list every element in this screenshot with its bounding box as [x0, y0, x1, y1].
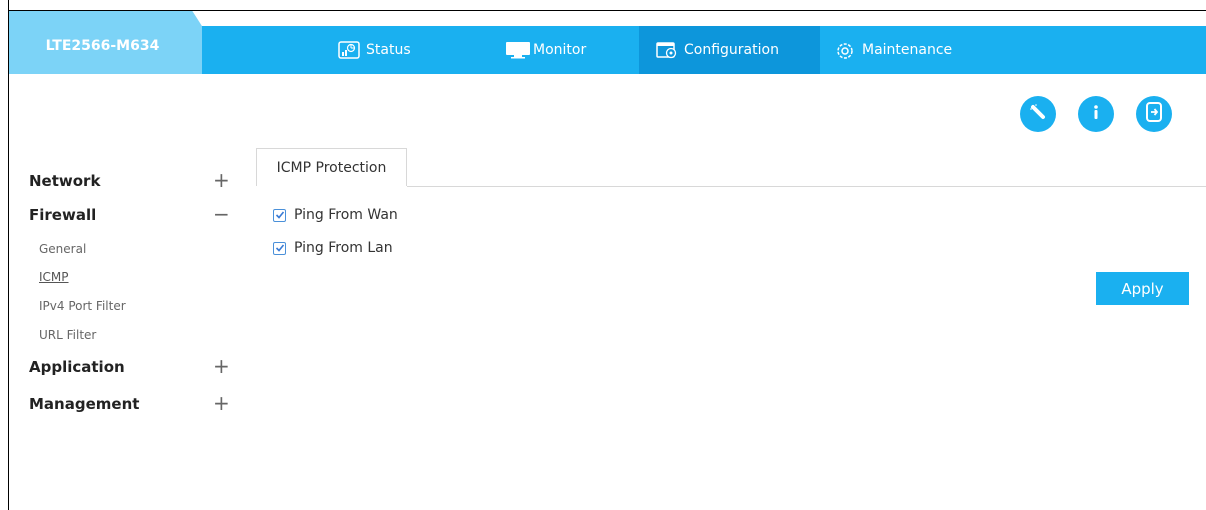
sidebar-subitem-general[interactable]: General [39, 242, 86, 256]
frame-top-border [8, 10, 1206, 11]
sidebar-item-firewall[interactable]: Firewall [29, 206, 96, 224]
nav-maintenance-label: Maintenance [862, 42, 953, 58]
ping-from-lan-label: Ping From Lan [294, 240, 393, 256]
apply-button[interactable]: Apply [1096, 272, 1189, 305]
tab-divider [407, 186, 1206, 187]
ping-from-wan-option: Ping From Wan [273, 207, 398, 223]
logout-button[interactable] [1136, 96, 1172, 132]
model-name: LTE2566-M634 [45, 38, 160, 54]
application-expand-icon[interactable]: + [213, 356, 230, 376]
nav-monitor-label: Monitor [533, 42, 587, 58]
sidebar-subitem-ipv4-port-filter[interactable]: IPv4 Port Filter [39, 299, 126, 313]
ping-from-lan-checkbox[interactable] [273, 241, 286, 255]
sidebar-item-application[interactable]: Application [29, 358, 125, 376]
logout-icon [1144, 101, 1164, 127]
sidebar-item-management[interactable]: Management [29, 395, 139, 413]
ping-from-wan-label: Ping From Wan [294, 207, 398, 223]
monitor-icon [505, 41, 530, 59]
tab-icmp-protection[interactable]: ICMP Protection [256, 148, 407, 186]
nav-status-label: Status [366, 42, 411, 58]
maintenance-icon [834, 41, 856, 59]
nav-monitor[interactable]: Monitor [505, 26, 586, 74]
status-icon [338, 41, 360, 59]
info-icon [1086, 102, 1106, 126]
management-expand-icon[interactable]: + [213, 393, 230, 413]
nav-configuration-label: Configuration [684, 42, 779, 58]
nav-status[interactable]: Status [338, 26, 411, 74]
info-button[interactable] [1078, 96, 1114, 132]
sidebar-item-network[interactable]: Network [29, 172, 100, 190]
nav-maintenance[interactable]: Maintenance [834, 26, 952, 74]
configuration-icon [656, 41, 678, 59]
sidebar-subitem-icmp[interactable]: ICMP [39, 270, 69, 284]
ping-from-lan-option: Ping From Lan [273, 240, 393, 256]
checkmark-icon [275, 211, 284, 219]
wizard-icon [1028, 102, 1048, 126]
sidebar-subitem-url-filter[interactable]: URL Filter [39, 328, 96, 342]
network-expand-icon[interactable]: + [213, 170, 230, 190]
ping-from-wan-checkbox[interactable] [273, 208, 286, 222]
wizard-button[interactable] [1020, 96, 1056, 132]
nav-configuration[interactable]: Configuration [639, 26, 820, 74]
firewall-collapse-icon[interactable]: − [213, 204, 230, 224]
checkmark-icon [275, 244, 284, 252]
